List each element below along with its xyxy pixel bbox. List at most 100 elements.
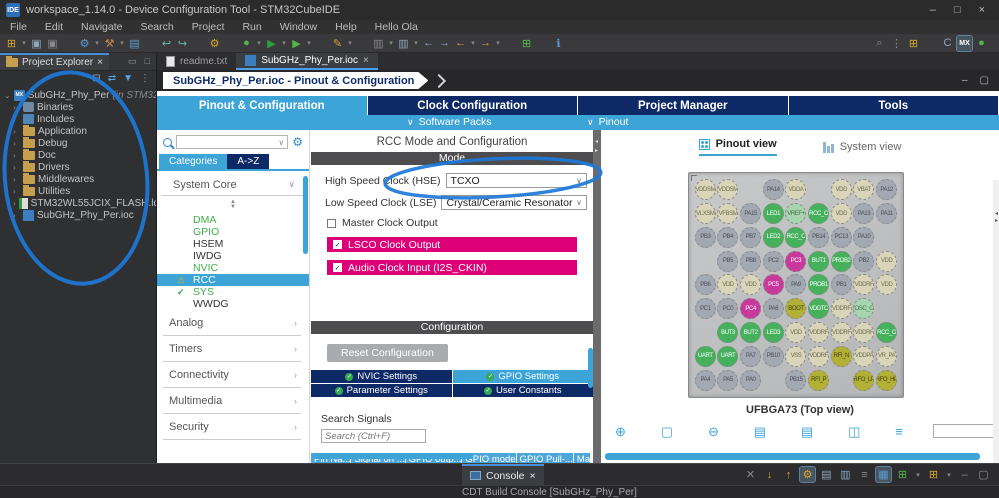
chip-pin[interactable]: PB2 xyxy=(853,250,875,272)
toolbar-icon[interactable]: ▾ xyxy=(494,36,502,51)
chevron-right-icon[interactable]: › xyxy=(13,139,20,148)
console-toolbar-icon[interactable]: ⊞ xyxy=(895,467,910,482)
console-toolbar-icon[interactable]: ↓ xyxy=(762,467,777,482)
tree-item[interactable]: › Application xyxy=(0,125,156,137)
chip-pin[interactable]: RCC_O xyxy=(785,226,807,248)
chip-pin[interactable]: BOOT xyxy=(785,298,807,320)
toolbar-icon[interactable]: ▶ xyxy=(264,36,279,51)
sidebar-scrollbar[interactable] xyxy=(303,176,308,254)
gear-icon[interactable]: ⚙ xyxy=(292,135,303,149)
toolbar-icon[interactable]: ▾ xyxy=(305,36,313,51)
toolbar-icon[interactable]: ▾ xyxy=(118,36,126,51)
filter-icon[interactable]: ▼ xyxy=(123,73,133,84)
menu-item[interactable]: Search xyxy=(140,21,173,33)
config-main-tab[interactable]: Project Manager xyxy=(578,96,789,115)
chip-pin[interactable]: VDDRF xyxy=(808,345,830,367)
peripheral-item[interactable]: HSEM xyxy=(157,238,309,250)
chip-pin[interactable]: PC2 xyxy=(762,250,784,272)
pinout-toolbar-icon[interactable]: ⊖ xyxy=(708,424,719,440)
toolbar-icon[interactable] xyxy=(61,36,76,51)
pinout-vertical-scrollbar[interactable] xyxy=(993,180,999,463)
pinout-toolbar-icon[interactable]: ▤ xyxy=(754,424,766,440)
chevron-right-icon[interactable]: › xyxy=(13,127,20,136)
chip-pin[interactable]: VDDRF xyxy=(853,274,875,296)
toolbar-icon[interactable] xyxy=(503,36,518,51)
lsco-checkbox[interactable] xyxy=(333,240,342,249)
chip-pin[interactable]: PB6 xyxy=(694,274,716,296)
chip-pin[interactable]: PA7 xyxy=(740,345,762,367)
chip-pin[interactable]: PA9 xyxy=(785,274,807,296)
peripheral-section[interactable]: Security › xyxy=(163,414,301,440)
chevron-right-icon[interactable]: › xyxy=(13,187,20,196)
console-toolbar-icon[interactable]: ▾ xyxy=(945,467,953,482)
chip-pin[interactable]: PB5 xyxy=(717,250,739,272)
toolbar-icon[interactable]: ℹ xyxy=(551,36,566,51)
chip-pin[interactable]: VDD xyxy=(717,274,739,296)
menu-item[interactable]: Window xyxy=(280,21,317,33)
close-tab-icon[interactable]: × xyxy=(363,55,369,66)
chip-pin[interactable]: PC4 xyxy=(740,298,762,320)
peripheral-item[interactable]: DMA xyxy=(157,214,309,226)
peripheral-item[interactable]: RCC xyxy=(157,274,309,286)
chip-pin[interactable]: VDD xyxy=(830,203,852,225)
toolbar-icon[interactable]: ← xyxy=(453,36,468,51)
chip-pin[interactable]: VDDTC xyxy=(808,298,830,320)
minimize-button[interactable]: – xyxy=(930,4,936,16)
tree-item[interactable]: › Drivers xyxy=(0,161,156,173)
chip-pin[interactable]: VDDRF xyxy=(830,298,852,320)
close-console-icon[interactable]: × xyxy=(530,470,536,482)
chip-pin[interactable]: BUT3 xyxy=(717,322,739,344)
pinout-toolbar-icon[interactable]: ◫ xyxy=(848,424,860,440)
editor-maximize-icon[interactable]: ▢ xyxy=(980,75,989,86)
search-signals-input[interactable] xyxy=(321,429,426,443)
menu-item[interactable]: File xyxy=(10,21,27,33)
chevron-right-icon[interactable]: › xyxy=(13,115,20,124)
toolbar-icon[interactable]: ▾ xyxy=(20,36,28,51)
console-toolbar-icon[interactable]: ▢ xyxy=(976,467,991,482)
toolbar-icon[interactable]: ▾ xyxy=(280,36,288,51)
toolbar-icon[interactable]: ▣ xyxy=(45,36,60,51)
maximize-button[interactable]: □ xyxy=(954,4,961,16)
chip-pin[interactable]: BUT1 xyxy=(808,250,830,272)
chip-pin[interactable]: VDDSM xyxy=(717,179,739,201)
chevron-right-icon[interactable]: › xyxy=(13,163,20,172)
sidebar-tab[interactable]: Categories xyxy=(159,154,228,169)
toolbar-icon[interactable]: ▾ xyxy=(387,36,395,51)
toolbar-icon[interactable]: ▾ xyxy=(469,36,477,51)
tree-item[interactable]: › Includes xyxy=(0,113,156,125)
tree-item[interactable]: › SubGHz_Phy_Per.ioc xyxy=(0,209,156,221)
chip-pin[interactable]: RCC_O xyxy=(808,203,830,225)
console-toolbar-icon[interactable]: ≡ xyxy=(857,467,872,482)
chip-pin[interactable]: PC13 xyxy=(830,226,852,248)
tree-item[interactable]: › STM32WL55JCIX_FLASH.ld xyxy=(0,197,156,209)
toolbar-icon[interactable]: ▾ xyxy=(93,36,101,51)
chip-pin[interactable]: PC1 xyxy=(694,298,716,320)
toolbar-icon[interactable]: ⊞ xyxy=(519,36,534,51)
settings-tab[interactable]: NVIC Settings xyxy=(311,370,452,383)
chip-pin[interactable]: VR_PA xyxy=(876,345,898,367)
toolbar-right-icon[interactable]: C xyxy=(940,36,955,51)
chip-pin[interactable]: PB14 xyxy=(808,226,830,248)
console-toolbar-icon[interactable]: ✕ xyxy=(743,467,758,482)
peripheral-section[interactable]: Analog › xyxy=(163,310,301,336)
pinout-dropdown[interactable]: Pinout xyxy=(587,116,629,128)
chevron-right-icon[interactable]: › xyxy=(13,211,20,220)
console-toolbar-icon[interactable]: ⚙ xyxy=(799,466,816,483)
toolbar-icon[interactable]: ✎ xyxy=(330,36,345,51)
toolbar-right-icon[interactable]: ⌕ xyxy=(872,36,887,51)
peripheral-item[interactable]: NVIC xyxy=(157,262,309,274)
explorer-maximize-icon[interactable]: □ xyxy=(145,56,150,67)
menu-item[interactable]: Navigate xyxy=(81,21,122,33)
audio-clock-checkbox[interactable] xyxy=(333,263,342,272)
console-toolbar-icon[interactable]: ▥ xyxy=(838,467,853,482)
tree-item[interactable]: › Doc xyxy=(0,149,156,161)
tab-console[interactable]: Console × xyxy=(462,464,544,485)
tree-item-project-root[interactable]: ⌄ MX SubGHz_Phy_Per (in STM32CubeIDE xyxy=(0,89,156,101)
console-toolbar-icon[interactable]: ⊞ xyxy=(926,467,941,482)
toolbar-icon[interactable]: → xyxy=(478,36,493,51)
table-horizontal-scrollbar[interactable] xyxy=(313,453,473,459)
pinout-horizontal-scrollbar[interactable] xyxy=(605,453,980,460)
list-spinner[interactable]: ▲ ▼ xyxy=(157,196,309,214)
pinout-view-toggle[interactable]: Pinout view xyxy=(698,138,777,156)
settings-tab[interactable]: Parameter Settings xyxy=(311,384,452,397)
